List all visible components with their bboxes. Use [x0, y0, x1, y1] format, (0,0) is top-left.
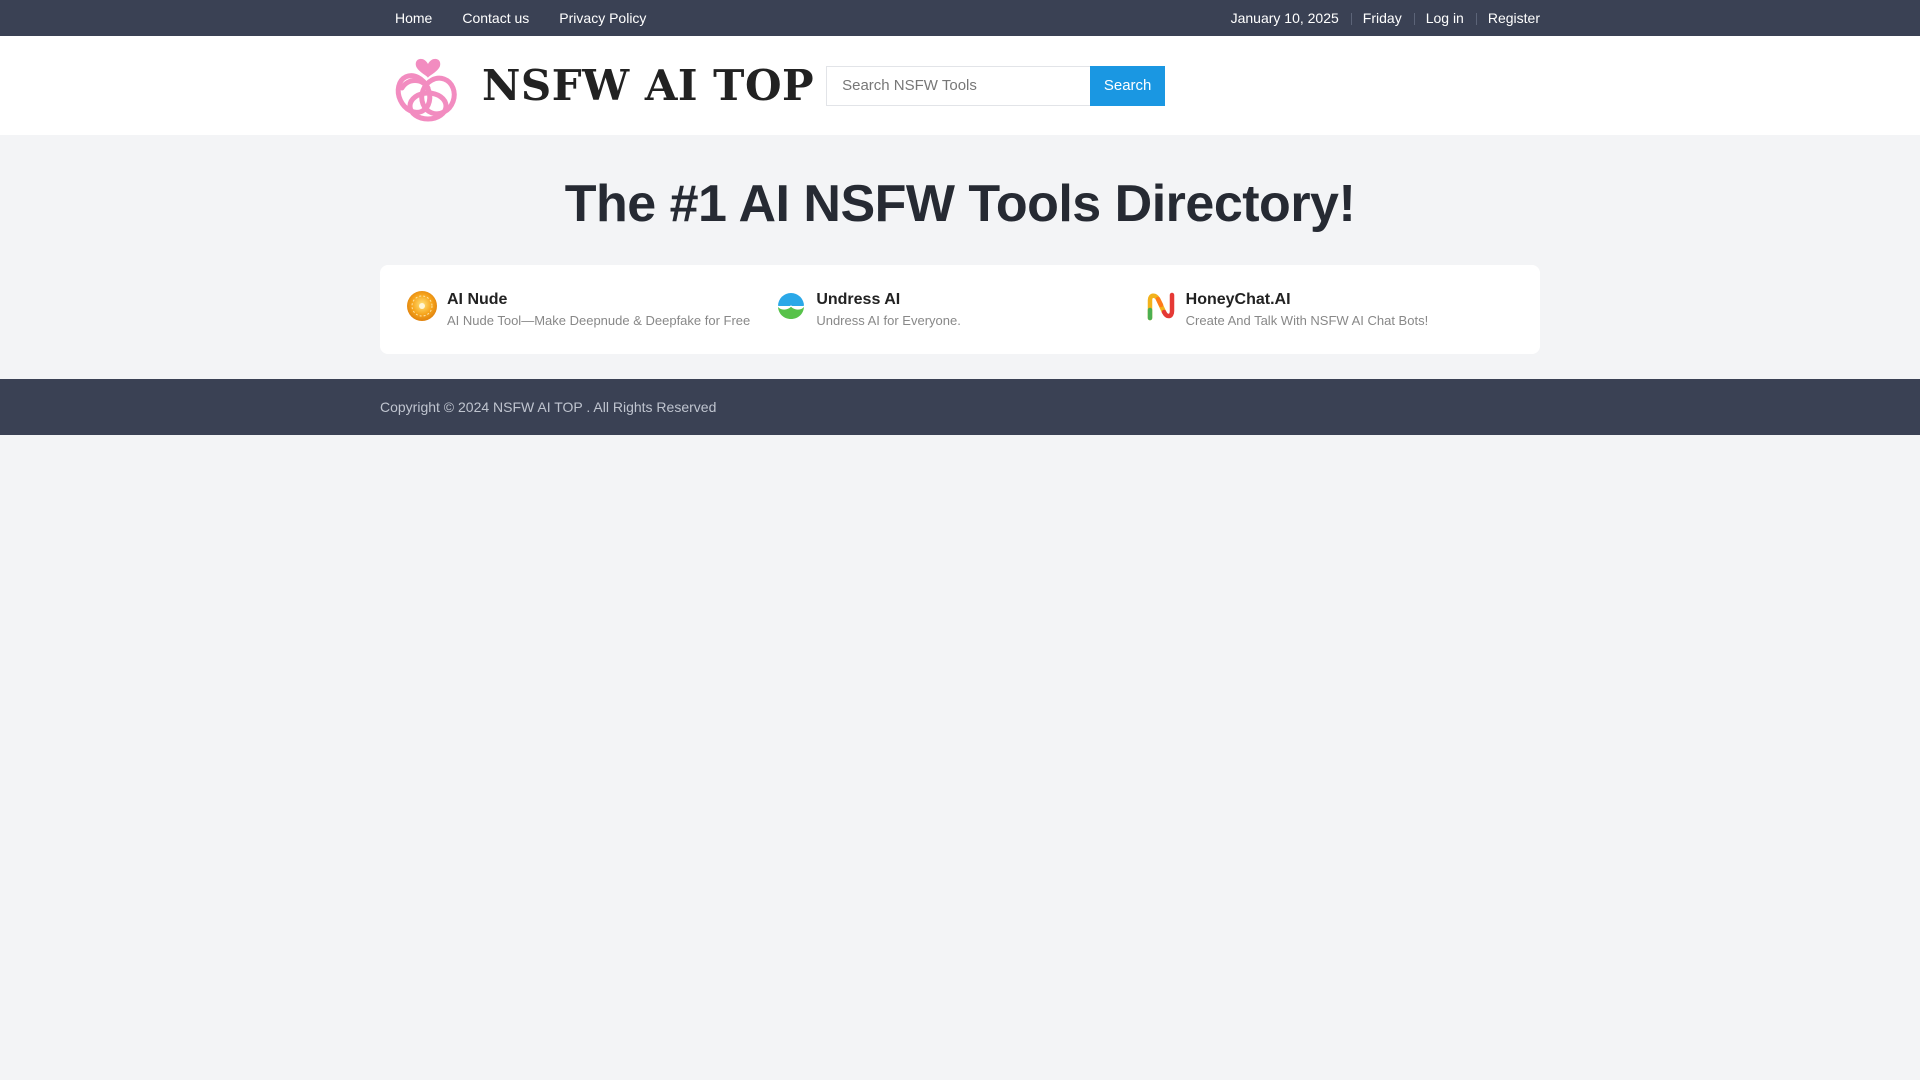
current-date: January 10, 2025 — [1230, 10, 1339, 26]
tool-name: Undress AI — [816, 290, 901, 308]
site-header: NSFW AI TOP Search — [0, 36, 1920, 135]
tool-name: AI Nude — [447, 290, 508, 308]
nav-home-link[interactable]: Home — [380, 0, 447, 36]
search-button[interactable]: Search — [1090, 65, 1166, 106]
heart-knot-logo-icon — [395, 58, 457, 121]
nav-privacy-link[interactable]: Privacy Policy — [544, 0, 661, 36]
top-bar: Home Contact us Privacy Policy January 1… — [0, 0, 1920, 36]
orange-sun-icon — [407, 290, 437, 321]
tool-name: HoneyChat.AI — [1185, 290, 1291, 308]
blue-green-leaf-icon — [777, 292, 805, 319]
current-weekday: Friday — [1350, 0, 1414, 36]
logo-text: NSFW AI TOP — [482, 61, 815, 110]
tool-description: Undress AI for Everyone. — [816, 312, 961, 328]
tool-description: Create And Talk With NSFW AI Chat Bots! — [1185, 312, 1429, 328]
copyright-text: Copyright © 2024 NSFW AI TOP . All Right… — [380, 399, 717, 415]
top-nav: Home Contact us Privacy Policy — [380, 0, 661, 36]
tool-item-ai-nude[interactable]: AI Nude AI Nude Tool—Make Deepnude & Dee… — [406, 290, 775, 330]
tools-card: AI Nude AI Nude Tool—Make Deepnude & Dee… — [380, 265, 1540, 354]
login-link[interactable]: Log in — [1413, 0, 1476, 36]
site-footer: Copyright © 2024 NSFW AI TOP . All Right… — [0, 379, 1920, 435]
search-input[interactable] — [826, 65, 1091, 106]
tool-item-honeychat[interactable]: HoneyChat.AI Create And Talk With NSFW A… — [1145, 290, 1514, 330]
main-content: The #1 AI NSFW Tools Directory! AI Nude … — [0, 135, 1920, 354]
nav-contact-link[interactable]: Contact us — [447, 0, 544, 36]
colorful-n-icon — [1147, 292, 1174, 320]
search-form: Search — [826, 65, 1166, 106]
register-link[interactable]: Register — [1475, 0, 1540, 36]
tool-item-undress-ai[interactable]: Undress AI Undress AI for Everyone. — [775, 290, 1144, 330]
top-right-info: January 10, 2025 Friday Log in Register — [1219, 0, 1540, 36]
page-title: The #1 AI NSFW Tools Directory! — [564, 175, 1356, 233]
tool-description: AI Nude Tool—Make Deepnude & Deepfake fo… — [447, 312, 751, 328]
site-logo[interactable]: NSFW AI TOP — [380, 48, 814, 124]
